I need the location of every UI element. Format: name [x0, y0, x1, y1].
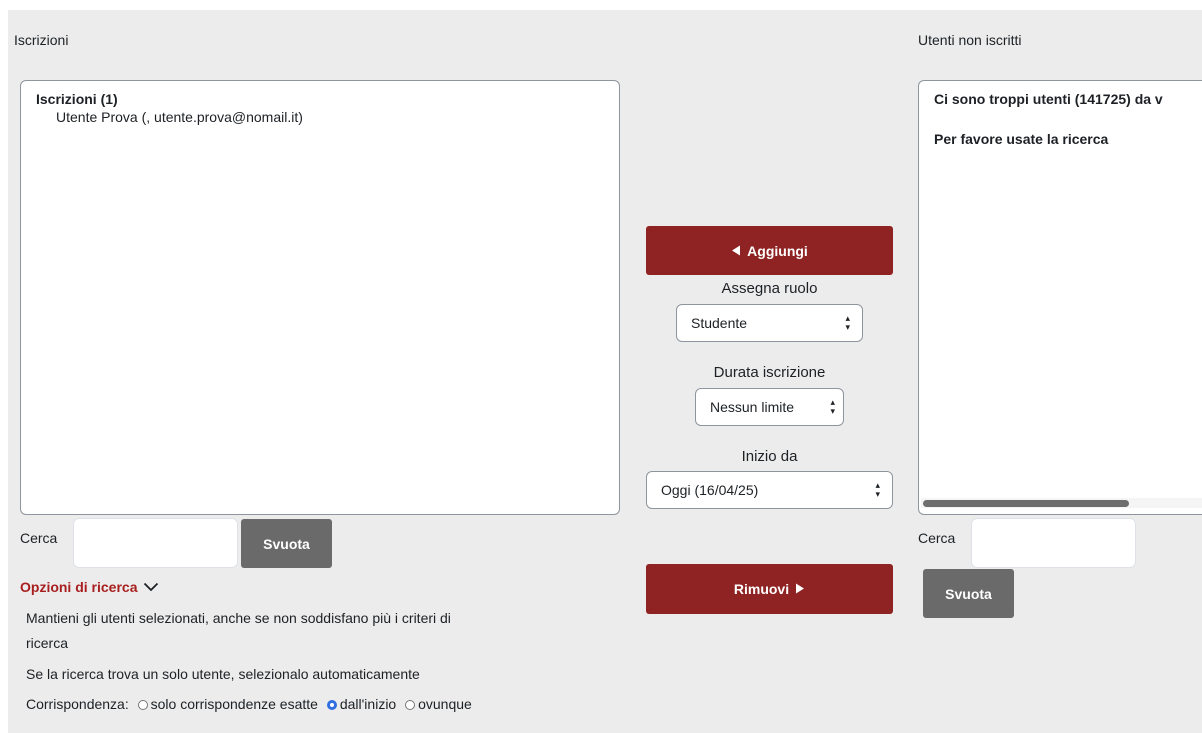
horizontal-scrollbar[interactable] — [921, 498, 1202, 508]
match-option-start[interactable]: dall'inizio — [340, 696, 396, 712]
left-clear-button[interactable]: Svuota — [241, 519, 332, 568]
remove-button[interactable]: Rimuovi — [646, 564, 893, 614]
enrolled-heading: Iscrizioni — [14, 32, 69, 48]
triangle-right-icon — [795, 581, 805, 597]
assign-role-label: Assegna ruolo — [721, 280, 818, 297]
radio-anywhere[interactable] — [405, 700, 416, 710]
match-label: Corrispondenza: — [26, 696, 129, 712]
please-search-label: Per favore usate la ricerca — [934, 131, 1109, 147]
enrolled-user-option[interactable]: Utente Prova (, utente.prova@nomail.it) — [56, 109, 303, 125]
add-button[interactable]: Aggiungi — [646, 226, 893, 275]
remove-button-label: Rimuovi — [733, 581, 790, 597]
scrollbar-thumb[interactable] — [923, 500, 1129, 507]
add-button-label: Aggiungi — [747, 242, 808, 259]
search-options-toggle[interactable]: Opzioni di ricerca — [20, 579, 159, 595]
triangle-left-icon — [731, 243, 741, 259]
role-select-value: Studente — [691, 315, 748, 331]
chevron-down-icon — [143, 579, 159, 595]
select-caret-icon: ▴ ▾ — [830, 397, 835, 416]
role-select[interactable]: Studente ▴ ▾ — [676, 304, 863, 342]
too-many-users-label: Ci sono troppi utenti (141725) da v — [934, 91, 1163, 107]
match-option-anywhere[interactable]: ovunque — [418, 696, 472, 712]
select-caret-icon: ▴ ▾ — [845, 313, 850, 332]
match-row: Corrispondenza: solo corrispondenze esat… — [26, 696, 472, 712]
left-search-label: Cerca — [20, 530, 58, 546]
start-select[interactable]: Oggi (16/04/25) ▴ ▾ — [646, 471, 893, 509]
start-label: Inizio da — [741, 448, 798, 465]
match-option-exact[interactable]: solo corrispondenze esatte — [151, 696, 318, 712]
right-clear-button[interactable]: Svuota — [923, 569, 1014, 618]
keep-selected-option-cont: ricerca — [26, 635, 69, 651]
start-select-value: Oggi (16/04/25) — [661, 482, 759, 498]
potential-users-list[interactable]: Ci sono troppi utenti (141725) da v Per … — [918, 80, 1202, 515]
duration-select[interactable]: Nessun limite ▴ ▾ — [695, 388, 844, 426]
duration-select-value: Nessun limite — [710, 399, 795, 415]
search-options-label: Opzioni di ricerca — [20, 579, 138, 595]
left-search-input[interactable] — [73, 518, 238, 568]
enrolled-group-label: Iscrizioni (1) — [36, 91, 118, 107]
auto-select-option[interactable]: Se la ricerca trova un solo utente, sele… — [26, 666, 420, 682]
duration-label: Durata iscrizione — [713, 364, 826, 381]
enrolled-users-list[interactable]: Iscrizioni (1) Utente Prova (, utente.pr… — [20, 80, 620, 515]
right-search-input[interactable] — [971, 518, 1136, 568]
select-caret-icon: ▴ ▾ — [875, 480, 880, 499]
right-search-label: Cerca — [918, 530, 956, 546]
radio-start[interactable] — [326, 700, 337, 710]
radio-exact[interactable] — [137, 700, 148, 710]
not-enrolled-heading: Utenti non iscritti — [918, 32, 1022, 48]
keep-selected-option[interactable]: Mantieni gli utenti selezionati, anche s… — [26, 610, 451, 626]
